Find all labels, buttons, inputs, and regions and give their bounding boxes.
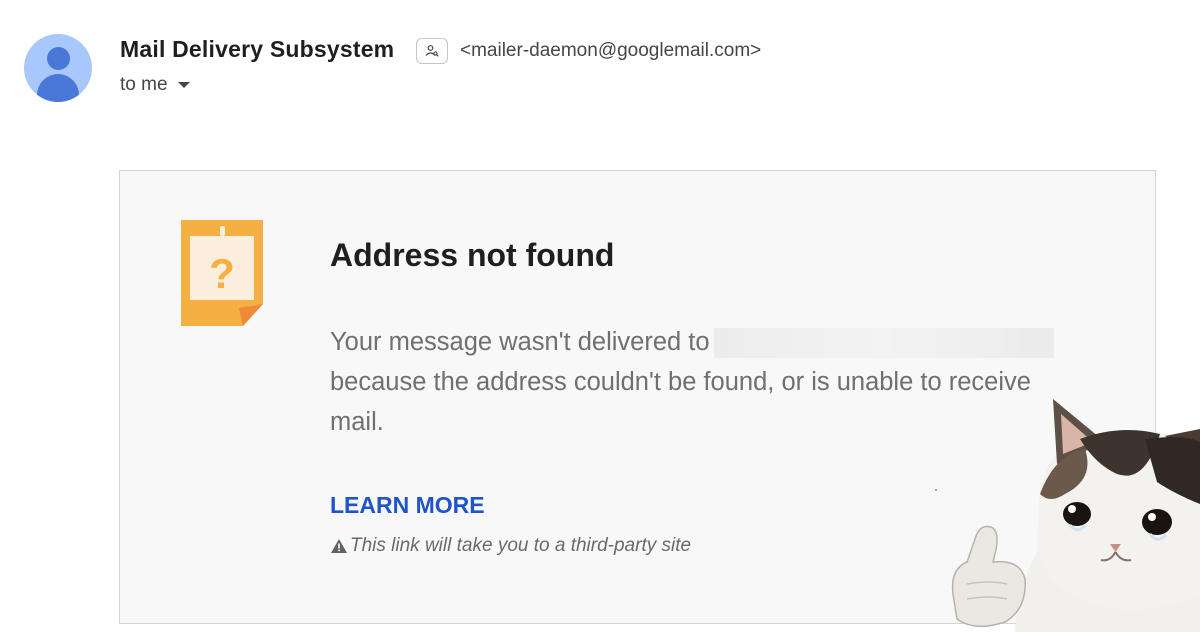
recipient-label: to me — [120, 74, 168, 95]
sender-avatar[interactable] — [24, 34, 92, 102]
question-note-icon: ? — [181, 220, 263, 326]
stray-dot — [935, 489, 937, 491]
crying-cat-thumbs-up-sticker — [951, 399, 1200, 632]
third-party-note: This link will take you to a third-party… — [330, 535, 691, 557]
svg-text:?: ? — [209, 250, 235, 297]
bounce-title: Address not found — [330, 237, 615, 273]
avatar-body — [37, 74, 79, 102]
recipient-dropdown[interactable]: to me — [120, 74, 190, 96]
bounce-message-suffix: because the address couldn't be found, o… — [330, 368, 1031, 436]
contact-details-button[interactable] — [416, 38, 448, 64]
bounce-message-prefix: Your message wasn't delivered to — [330, 328, 710, 356]
contact-card-icon — [425, 45, 439, 57]
learn-more-link[interactable]: LEARN MORE — [330, 492, 485, 519]
third-party-text: This link will take you to a third-party… — [350, 535, 692, 556]
sender-name[interactable]: Mail Delivery Subsystem — [120, 36, 394, 63]
redacted-address — [713, 328, 1054, 359]
avatar-head — [47, 47, 70, 70]
sender-email: <mailer-daemon@googlemail.com> — [460, 40, 762, 61]
chevron-down-icon — [177, 82, 190, 88]
warning-icon — [331, 539, 347, 553]
